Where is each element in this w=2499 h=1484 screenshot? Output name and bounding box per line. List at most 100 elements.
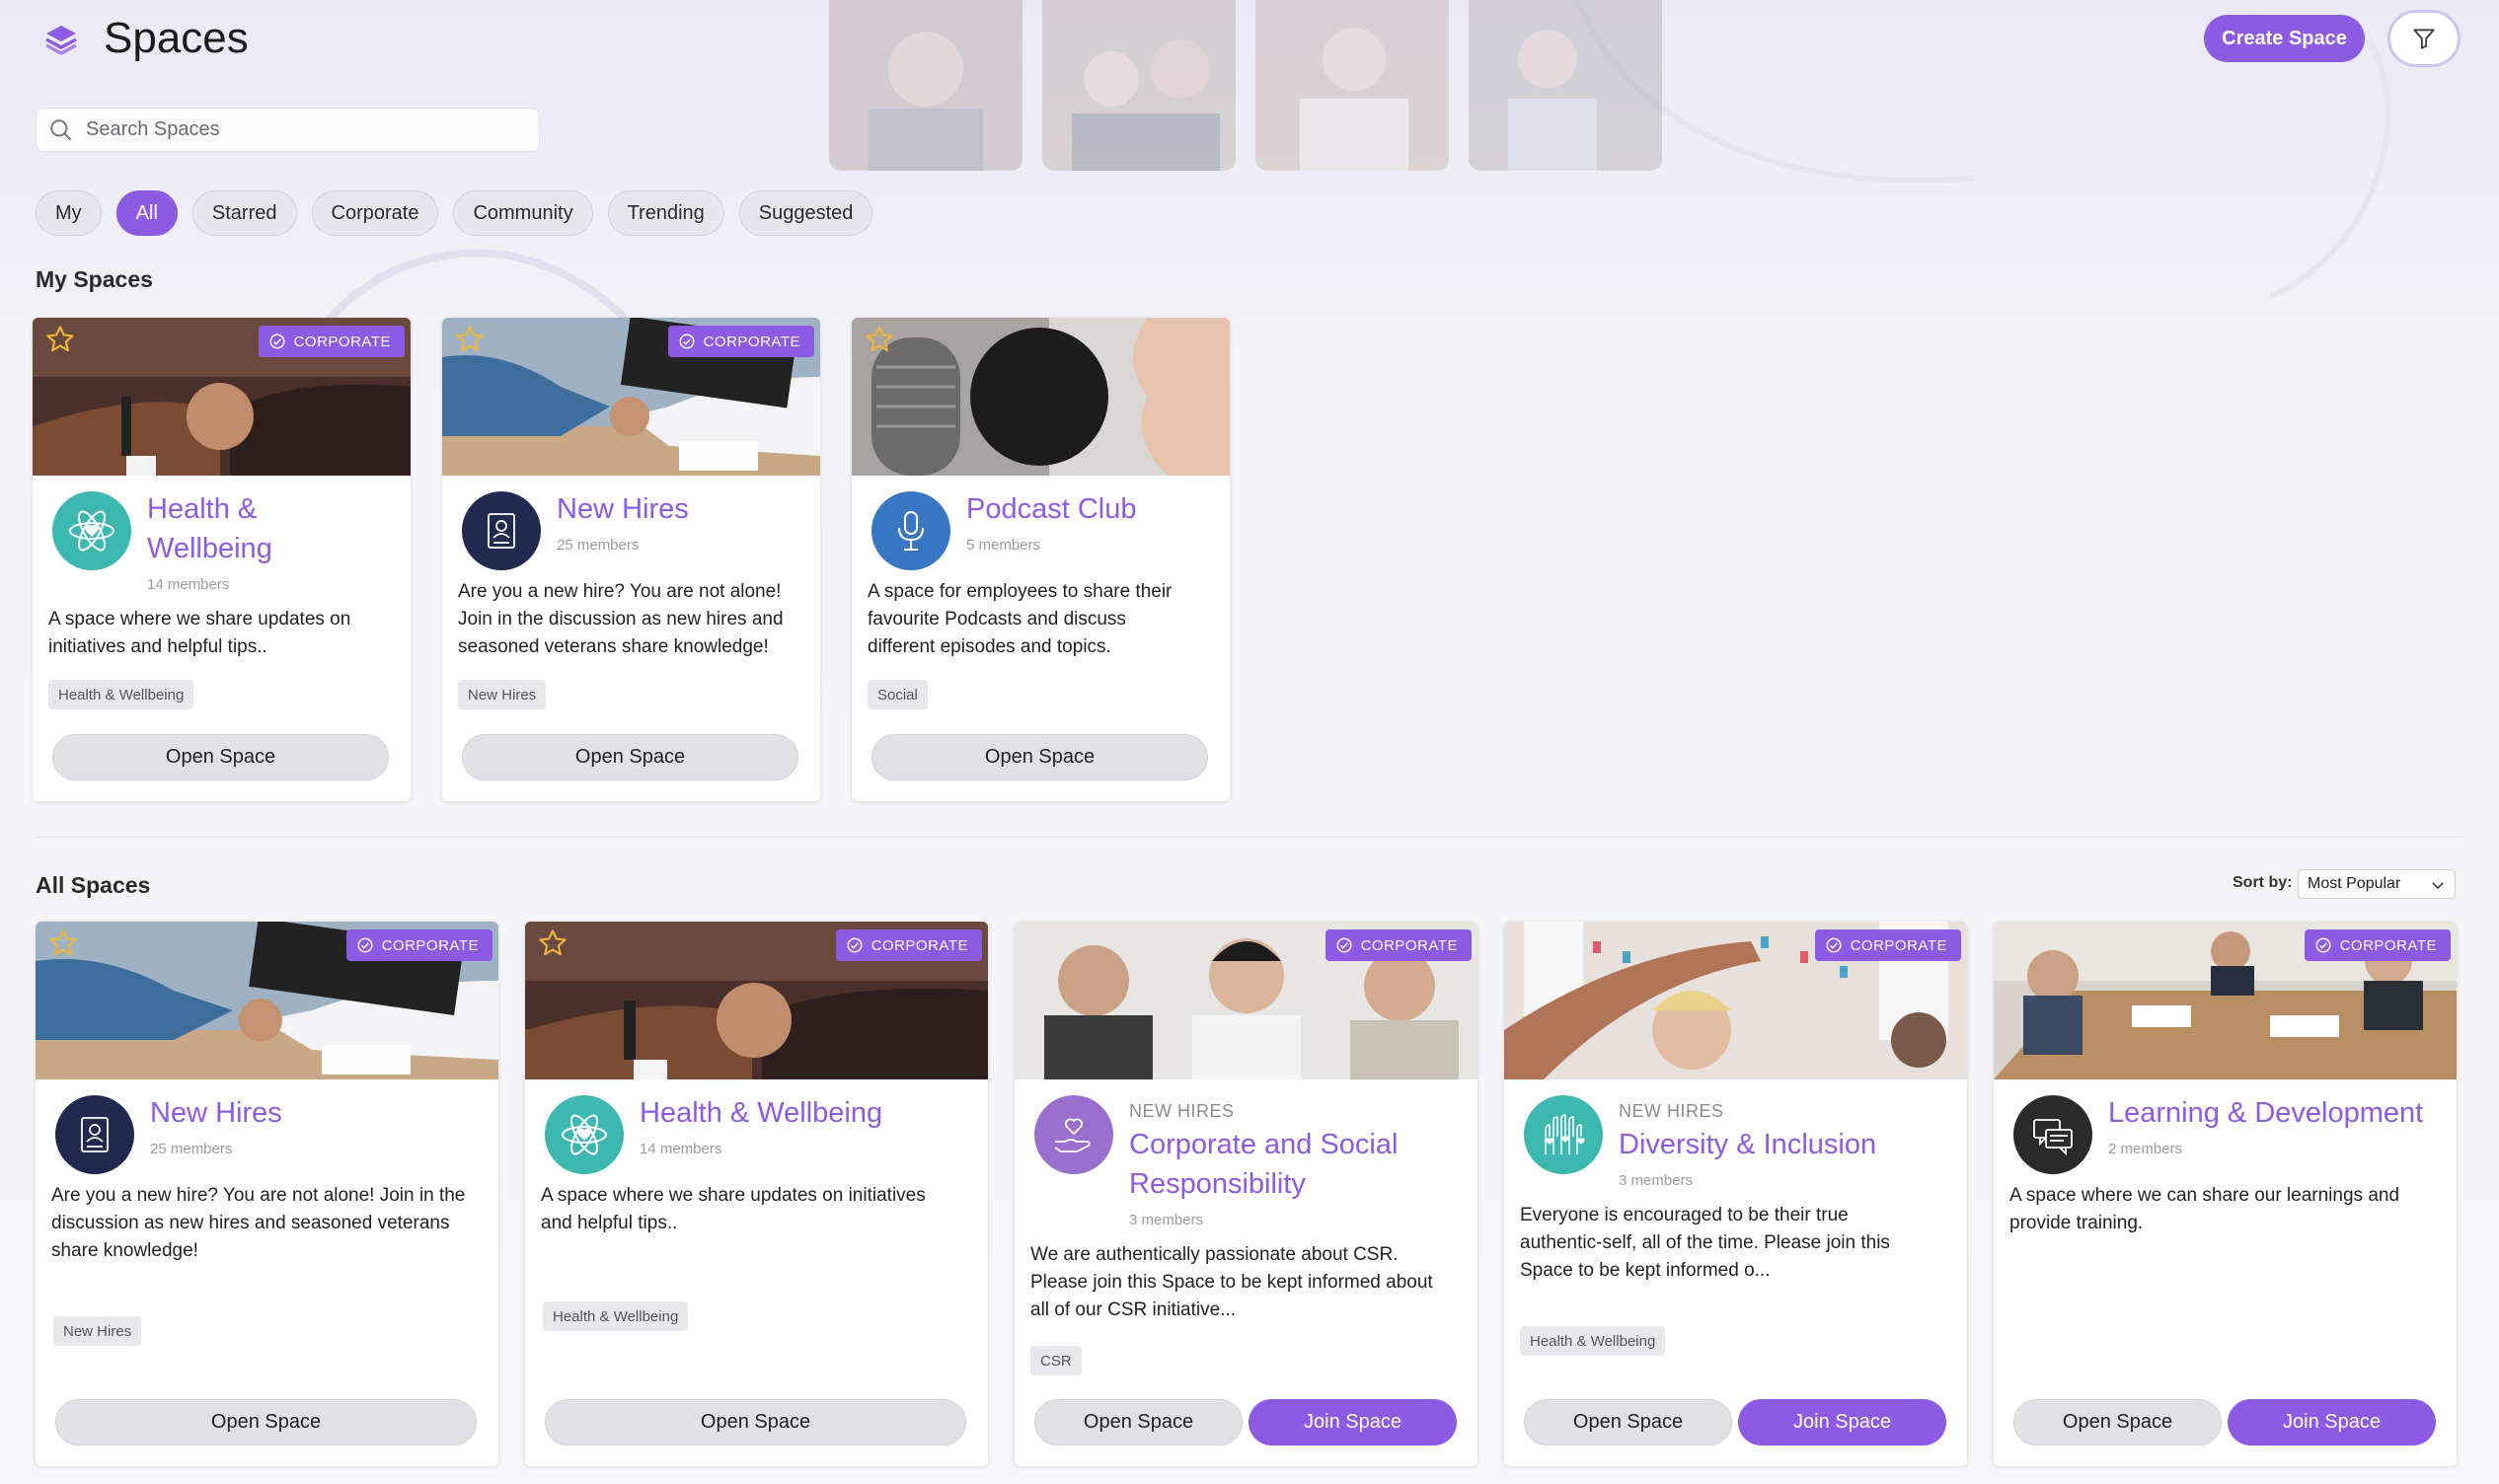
space-card: CORPORATE Learning & Development 2 membe… <box>1994 922 2457 1466</box>
verified-check-icon <box>2315 937 2331 953</box>
description-line: seasoned veterans share knowledge! <box>458 636 769 657</box>
open-space-button[interactable]: Open Space <box>55 1399 477 1446</box>
description-line: authentic-self, all of the time. Please … <box>1520 1232 1890 1253</box>
corporate-badge: CORPORATE <box>258 326 405 357</box>
description-line: Please join this Space to be kept inform… <box>1030 1272 1433 1293</box>
space-category: NEW HIRES <box>1129 1101 1235 1121</box>
space-category: NEW HIRES <box>1619 1101 1724 1121</box>
space-avatar <box>462 491 541 570</box>
id-document-icon <box>81 1117 109 1152</box>
member-count: 14 members <box>640 1141 722 1157</box>
search-input[interactable] <box>86 118 520 141</box>
space-card: CORPORATE Health & Wellbeing 14 members … <box>525 922 988 1466</box>
description-line: A space for employees to share their <box>868 581 1173 602</box>
space-card: CORPORATE Health & Wellbeing 14 members … <box>33 318 411 801</box>
chip-trending[interactable]: Trending <box>607 190 724 236</box>
space-tag[interactable]: CSR <box>1030 1346 1082 1375</box>
chip-my[interactable]: My <box>36 190 102 236</box>
space-avatar <box>871 491 950 570</box>
join-space-button[interactable]: Join Space <box>1249 1399 1457 1446</box>
verified-check-icon <box>679 334 695 349</box>
create-space-button[interactable]: Create Space <box>2204 15 2365 62</box>
member-count: 5 members <box>966 537 1041 554</box>
microphone-icon <box>898 511 924 551</box>
space-title: Health & Wellbeing <box>640 1097 883 1129</box>
open-space-button[interactable]: Open Space <box>462 734 798 780</box>
member-count: 3 members <box>1619 1172 1694 1189</box>
open-space-button[interactable]: Open Space <box>1524 1399 1732 1446</box>
corporate-badge: CORPORATE <box>2304 929 2451 961</box>
space-card: Podcast Club 5 members A space for emplo… <box>852 318 1230 801</box>
verified-check-icon <box>847 937 863 953</box>
space-tag[interactable]: Social <box>868 680 928 709</box>
filter-button[interactable] <box>2387 10 2461 67</box>
chip-starred[interactable]: Starred <box>191 190 297 236</box>
space-title-line: Wellbeing <box>147 533 272 564</box>
space-card: CORPORATE NEW HIRES Diversity & Inclusio… <box>1504 922 1967 1466</box>
star-icon[interactable] <box>537 928 568 959</box>
chip-suggested[interactable]: Suggested <box>738 190 873 236</box>
corporate-badge: CORPORATE <box>835 929 982 961</box>
space-description: Are you a new hire? You are not alone! J… <box>51 1182 465 1265</box>
open-space-button[interactable]: Open Space <box>2013 1399 2222 1446</box>
open-space-button[interactable]: Open Space <box>871 734 1208 780</box>
description-line: all of our CSR initiative... <box>1030 1299 1237 1320</box>
description-line: Are you a new hire? You are not alone! <box>458 581 782 602</box>
id-document-icon <box>488 513 515 549</box>
space-description: A space where we can share our learnings… <box>2009 1182 2399 1237</box>
space-title-line: Responsibility <box>1129 1168 1306 1200</box>
description-line: provide training. <box>2009 1213 2144 1233</box>
card-cover-image <box>852 318 1230 476</box>
raised-hands-icon <box>1545 1114 1585 1154</box>
all-spaces-heading: All Spaces <box>36 872 151 898</box>
space-avatar <box>1524 1095 1603 1174</box>
open-space-button[interactable]: Open Space <box>52 734 389 780</box>
space-avatar <box>55 1095 134 1174</box>
verified-check-icon <box>1336 937 1352 953</box>
space-description: A space where we share updates on initia… <box>48 606 350 661</box>
space-tag[interactable]: Health & Wellbeing <box>1520 1326 1666 1356</box>
open-space-button[interactable]: Open Space <box>545 1399 966 1446</box>
space-description: Are you a new hire? You are not alone! J… <box>458 578 784 661</box>
space-card: CORPORATE New Hires 25 members Are you a… <box>36 922 498 1466</box>
space-title-line: Corporate and Social <box>1129 1129 1399 1160</box>
search-box[interactable] <box>36 108 540 152</box>
space-tag[interactable]: Health & Wellbeing <box>48 680 194 709</box>
corporate-badge: CORPORATE <box>1325 929 1472 961</box>
atom-heart-icon <box>562 1114 607 1155</box>
space-tag[interactable]: New Hires <box>53 1316 142 1346</box>
space-avatar <box>545 1095 624 1174</box>
space-tag[interactable]: New Hires <box>458 680 547 709</box>
badge-label: CORPORATE <box>1850 936 1947 954</box>
space-title: Podcast Club <box>966 493 1137 525</box>
my-spaces-heading: My Spaces <box>36 266 153 292</box>
sort-dropdown[interactable]: Most Popular <box>2298 869 2456 899</box>
star-icon[interactable] <box>454 324 486 355</box>
space-description: A space for employees to share their fav… <box>868 578 1172 661</box>
star-icon[interactable] <box>44 324 76 355</box>
chevron-down-icon <box>2432 882 2444 890</box>
space-title: Learning & Development <box>2108 1097 2424 1129</box>
space-title: Diversity & Inclusion <box>1619 1129 1877 1160</box>
space-title: New Hires <box>557 493 689 525</box>
description-line: We are authentically passionate about CS… <box>1030 1244 1399 1265</box>
chip-all[interactable]: All <box>115 190 178 236</box>
badge-label: CORPORATE <box>1360 936 1458 954</box>
badge-label: CORPORATE <box>381 936 479 954</box>
join-space-button[interactable]: Join Space <box>2228 1399 2436 1446</box>
verified-check-icon <box>269 334 285 349</box>
member-count: 3 members <box>1129 1212 1204 1228</box>
star-icon[interactable] <box>864 324 895 355</box>
badge-label: CORPORATE <box>293 333 391 350</box>
space-tag[interactable]: Health & Wellbeing <box>543 1301 689 1331</box>
chip-community[interactable]: Community <box>453 190 593 236</box>
description-line: discussion as new hires and seasoned vet… <box>51 1213 450 1233</box>
description-line: A space where we share updates on initia… <box>541 1185 926 1206</box>
join-space-button[interactable]: Join Space <box>1738 1399 1946 1446</box>
filter-chips: My All Starred Corporate Community Trend… <box>36 190 873 236</box>
open-space-button[interactable]: Open Space <box>1034 1399 1243 1446</box>
space-description: A space where we share updates on initia… <box>541 1182 926 1237</box>
star-icon[interactable] <box>47 928 79 959</box>
chip-corporate[interactable]: Corporate <box>311 190 439 236</box>
description-line: Space to be kept informed o... <box>1520 1260 1771 1281</box>
